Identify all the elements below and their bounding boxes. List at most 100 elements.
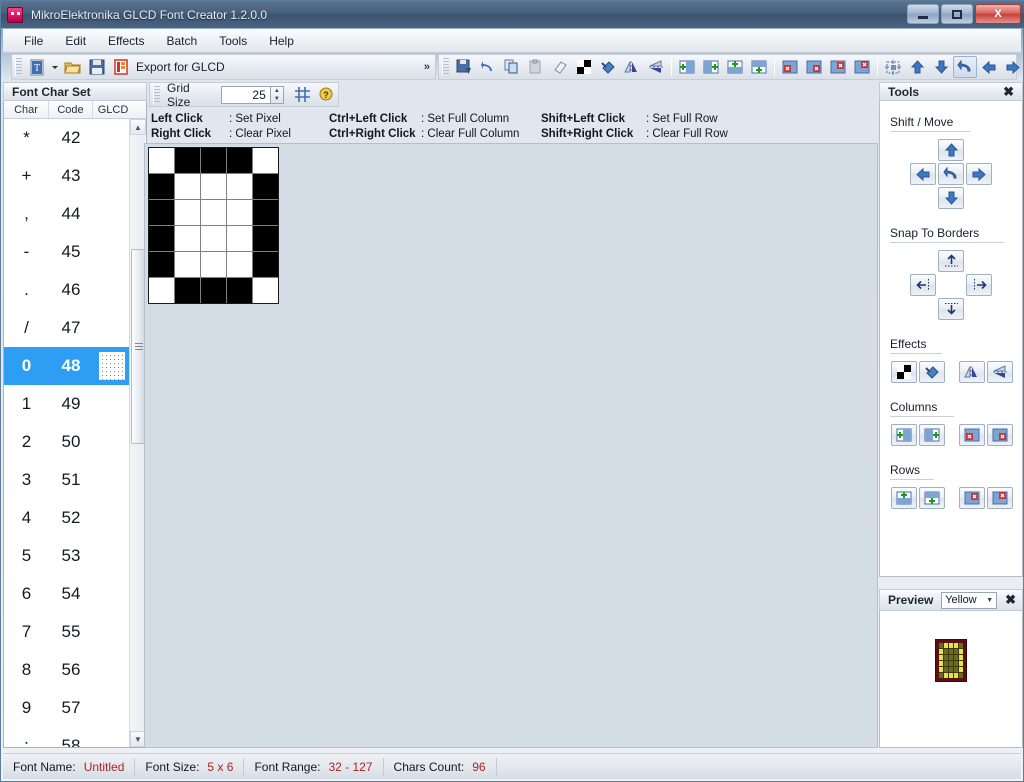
grid-size-stepper[interactable]: ▲ ▼ xyxy=(271,86,284,104)
glyph-pixel-1-4[interactable] xyxy=(175,252,200,277)
tool-mirror-vertical-button[interactable] xyxy=(987,361,1013,383)
glyph-pixel-4-0[interactable] xyxy=(253,148,278,173)
export-glcd-icon[interactable] xyxy=(109,56,133,78)
tool-insert-row-bottom-button[interactable] xyxy=(919,487,945,509)
glyph-pixel-3-0[interactable] xyxy=(227,148,252,173)
shift-up-icon[interactable] xyxy=(905,56,929,78)
charset-row-50[interactable]: 250 xyxy=(4,423,131,461)
glyph-pixel-0-5[interactable] xyxy=(149,278,174,303)
delete-row-top-icon[interactable] xyxy=(826,56,850,78)
tool-shift-left-button[interactable] xyxy=(910,163,936,185)
charset-row-45[interactable]: -45 xyxy=(4,233,131,271)
grid-size-increment[interactable]: ▲ xyxy=(271,87,283,95)
glyph-pixel-2-5[interactable] xyxy=(201,278,226,303)
shift-down-icon[interactable] xyxy=(929,56,953,78)
glyph-pixel-3-1[interactable] xyxy=(227,174,252,199)
delete-column-right-icon[interactable] xyxy=(802,56,826,78)
undo-icon[interactable] xyxy=(476,56,500,78)
glyph-pixel-1-5[interactable] xyxy=(175,278,200,303)
tool-insert-column-left-button[interactable] xyxy=(891,424,917,446)
export-for-glcd-label[interactable]: Export for GLCD xyxy=(136,60,225,74)
menu-help[interactable]: Help xyxy=(258,31,305,51)
glyph-pixel-0-2[interactable] xyxy=(149,200,174,225)
tools-close-icon[interactable]: ✖ xyxy=(1003,84,1014,100)
glyph-pixel-grid[interactable] xyxy=(148,147,279,304)
preview-close-icon[interactable]: ✖ xyxy=(1005,592,1016,608)
open-folder-icon[interactable] xyxy=(61,56,85,78)
close-button[interactable]: X xyxy=(975,4,1021,24)
dropdown-arrow-icon[interactable] xyxy=(49,56,61,78)
tool-snap-bottom-button[interactable] xyxy=(938,298,964,320)
column-header-char[interactable]: Char xyxy=(4,101,49,118)
grid-size-decrement[interactable]: ▼ xyxy=(271,95,283,103)
charset-row-52[interactable]: 452 xyxy=(4,499,131,537)
maximize-button[interactable] xyxy=(941,4,973,24)
charset-row-54[interactable]: 654 xyxy=(4,575,131,613)
glyph-pixel-1-2[interactable] xyxy=(175,200,200,225)
glyph-pixel-0-4[interactable] xyxy=(149,252,174,277)
snap-borders-icon[interactable] xyxy=(881,56,905,78)
tool-invert-button[interactable] xyxy=(891,361,917,383)
tool-shift-up-button[interactable] xyxy=(938,139,964,161)
glyph-pixel-1-0[interactable] xyxy=(175,148,200,173)
charset-row-53[interactable]: 553 xyxy=(4,537,131,575)
glyph-pixel-2-4[interactable] xyxy=(201,252,226,277)
charset-scrollbar[interactable]: ▲ ▼ xyxy=(129,119,145,747)
column-header-glcd[interactable]: GLCD xyxy=(93,101,133,118)
glyph-pixel-0-0[interactable] xyxy=(149,148,174,173)
glyph-pixel-3-5[interactable] xyxy=(227,278,252,303)
charset-row-57[interactable]: 957 xyxy=(4,689,131,727)
eraser-icon[interactable] xyxy=(548,56,572,78)
insert-column-right-icon[interactable] xyxy=(699,56,723,78)
copy-icon[interactable] xyxy=(500,56,524,78)
glyph-pixel-2-1[interactable] xyxy=(201,174,226,199)
save-icon[interactable] xyxy=(85,56,109,78)
glyph-pixel-1-3[interactable] xyxy=(175,226,200,251)
shift-right-icon[interactable] xyxy=(1001,56,1024,78)
scroll-up-button[interactable]: ▲ xyxy=(130,119,146,135)
charset-row-44[interactable]: ,44 xyxy=(4,195,131,233)
tool-insert-column-right-button[interactable] xyxy=(919,424,945,446)
tool-delete-row-bottom-button[interactable] xyxy=(987,487,1013,509)
column-header-code[interactable]: Code xyxy=(49,101,93,118)
tool-snap-left-button[interactable] xyxy=(910,274,936,296)
charset-row-42[interactable]: *42 xyxy=(4,119,131,157)
glyph-pixel-0-3[interactable] xyxy=(149,226,174,251)
insert-row-top-icon[interactable] xyxy=(723,56,747,78)
scrollbar-thumb[interactable] xyxy=(131,249,145,444)
charset-row-list[interactable]: *42+43,44-45.46/470481492503514525536547… xyxy=(4,119,131,747)
menu-effects[interactable]: Effects xyxy=(97,31,155,51)
preview-color-select[interactable]: Yellow ▼ xyxy=(941,592,997,609)
edit-toolbar-grip[interactable] xyxy=(442,58,449,76)
menu-edit[interactable]: Edit xyxy=(54,31,97,51)
glyph-pixel-3-2[interactable] xyxy=(227,200,252,225)
glyph-pixel-4-5[interactable] xyxy=(253,278,278,303)
invert-icon[interactable] xyxy=(572,56,596,78)
tool-rotate-reset-button[interactable] xyxy=(938,163,964,185)
glyph-editor-canvas[interactable] xyxy=(144,143,878,748)
charset-row-49[interactable]: 149 xyxy=(4,385,131,423)
menu-batch[interactable]: Batch xyxy=(156,31,209,51)
charset-row-43[interactable]: +43 xyxy=(4,157,131,195)
glyph-pixel-4-3[interactable] xyxy=(253,226,278,251)
tool-insert-row-top-button[interactable] xyxy=(891,487,917,509)
charset-row-47[interactable]: /47 xyxy=(4,309,131,347)
glyph-pixel-0-1[interactable] xyxy=(149,174,174,199)
grid-size-input[interactable]: 25 xyxy=(221,86,270,104)
menu-file[interactable]: File xyxy=(13,31,54,51)
tool-shift-right-button[interactable] xyxy=(966,163,992,185)
minimize-button[interactable] xyxy=(907,4,939,24)
tool-shift-down-button[interactable] xyxy=(938,187,964,209)
tool-mirror-horizontal-button[interactable] xyxy=(959,361,985,383)
insert-row-bottom-icon[interactable] xyxy=(747,56,771,78)
toolbar-grip[interactable] xyxy=(15,58,22,76)
glyph-pixel-3-4[interactable] xyxy=(227,252,252,277)
glyph-pixel-1-1[interactable] xyxy=(175,174,200,199)
grid-size-grip[interactable] xyxy=(153,86,160,104)
save-as-icon[interactable] xyxy=(452,56,476,78)
rotate-icon[interactable] xyxy=(953,56,977,78)
tool-snap-right-button[interactable] xyxy=(966,274,992,296)
glyph-pixel-3-3[interactable] xyxy=(227,226,252,251)
paste-icon[interactable] xyxy=(524,56,548,78)
help-icon[interactable]: ? xyxy=(314,84,338,106)
